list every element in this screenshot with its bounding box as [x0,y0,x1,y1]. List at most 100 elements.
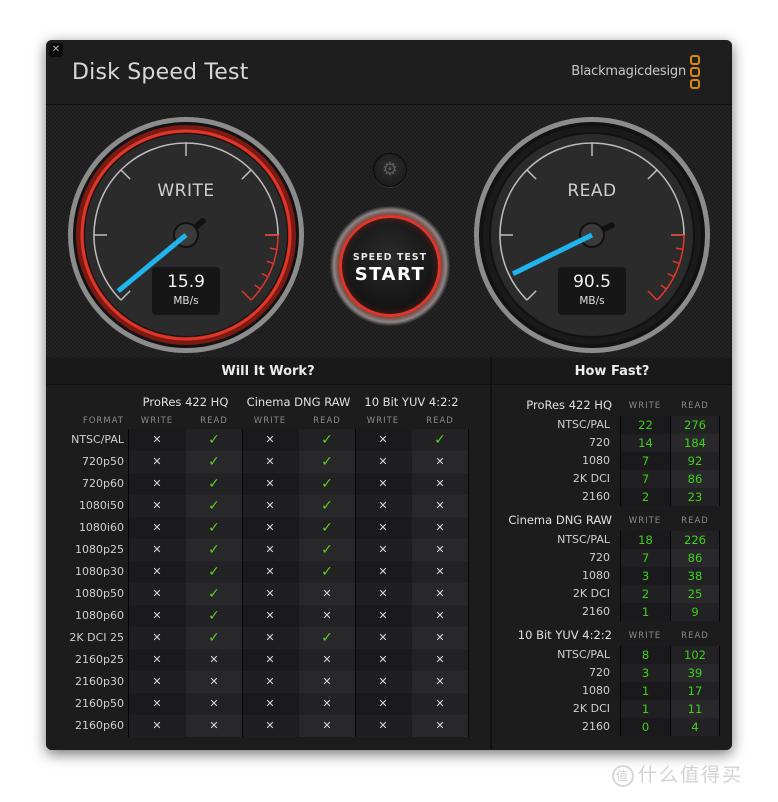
write-value: 0 [620,718,670,736]
cross-icon: ✕ [242,561,298,583]
check-icon: ✓ [186,539,242,561]
check-icon: ✓ [186,495,242,517]
cross-icon: ✕ [242,605,298,627]
resolution-label: 720 [589,551,610,564]
how-fast-panel: How Fast? ProRes 422 HQ WRITE READ NTSC/PAL… [492,358,732,750]
codec-header: Cinema DNG RAW [246,395,351,409]
table-row: 720 7 86 [492,549,732,567]
watermark: 值什么值得买 [612,760,743,787]
start-button-label: START [354,264,426,285]
read-gauge-dial [474,117,710,353]
check-icon: ✓ [299,473,355,495]
cross-icon: ✕ [299,715,355,737]
cross-icon: ✕ [412,693,468,715]
resolution-label: NTSC/PAL [557,418,610,431]
resolution-label: 1080 [582,454,610,467]
read-header: READ [681,401,709,411]
write-value: 1 [620,603,670,621]
read-value: 25 [670,585,720,603]
read-subheader: READ [200,416,228,426]
resolution-label: 2K DCI [572,587,610,600]
write-gauge-dial [68,117,304,353]
cross-icon: ✕ [242,583,298,605]
format-label: 1080p50 [75,587,124,600]
cross-icon: ✕ [186,715,242,737]
read-value: 92 [670,452,720,470]
resolution-label: 720 [589,436,610,449]
cross-icon: ✕ [129,671,185,693]
cross-icon: ✕ [412,627,468,649]
cross-icon: ✕ [129,583,185,605]
start-button[interactable]: SPEED TEST START [330,206,450,326]
write-value: 3 [620,664,670,682]
table-row: 2160 1 9 [492,603,732,621]
read-value: 102 [670,646,720,664]
table-row: 1080p30 ✕ ✓ ✕ ✓ ✕ ✕ [46,561,490,583]
read-value: 184 [670,434,720,452]
cross-icon: ✕ [355,473,411,495]
write-readout: 15.9 MB/s [152,267,220,315]
table-row: 720 3 39 [492,664,732,682]
cross-icon: ✕ [412,561,468,583]
read-value: 23 [670,488,720,506]
cross-icon: ✕ [129,473,185,495]
table-row: 720p60 ✕ ✓ ✕ ✓ ✕ ✕ [46,473,490,495]
cross-icon: ✕ [412,605,468,627]
read-subheader: READ [313,416,341,426]
cross-icon: ✕ [355,561,411,583]
check-icon: ✓ [299,561,355,583]
cross-icon: ✕ [242,649,298,671]
format-label: 720p50 [82,455,124,468]
write-subheader: WRITE [366,416,400,426]
cross-icon: ✕ [242,429,298,451]
format-label: 2K DCI 25 [69,631,124,644]
cross-icon: ✕ [355,451,411,473]
cross-icon: ✕ [355,495,411,517]
cross-icon: ✕ [129,605,185,627]
cross-icon: ✕ [242,715,298,737]
write-value: 1 [620,682,670,700]
cross-icon: ✕ [186,693,242,715]
check-icon: ✓ [186,451,242,473]
cross-icon: ✕ [412,473,468,495]
check-icon: ✓ [186,627,242,649]
resolution-label: NTSC/PAL [557,648,610,661]
check-icon: ✓ [186,517,242,539]
cross-icon: ✕ [355,649,411,671]
resolution-label: 2160 [582,605,610,618]
table-row: 2K DCI 25 ✕ ✓ ✕ ✓ ✕ ✕ [46,627,490,649]
table-row: 2K DCI 2 25 [492,585,732,603]
watermark-text: 什么值得买 [638,764,744,786]
app-title: Disk Speed Test [72,60,249,85]
start-button-face[interactable]: SPEED TEST START [339,215,441,317]
check-icon: ✓ [299,451,355,473]
table-row: 2160 2 23 [492,488,732,506]
table-row: 1080 1 17 [492,682,732,700]
write-value: 1 [620,700,670,718]
resolution-label: 2K DCI [572,702,610,715]
cross-icon: ✕ [412,583,468,605]
cross-icon: ✕ [129,451,185,473]
cross-icon: ✕ [242,473,298,495]
settings-button[interactable]: ⚙ [373,153,407,187]
table-row: 2K DCI 1 11 [492,700,732,718]
cross-icon: ✕ [412,517,468,539]
close-button[interactable]: ✕ [49,43,63,57]
column-divider [128,429,129,737]
cross-icon: ✕ [355,715,411,737]
cross-icon: ✕ [129,649,185,671]
read-speed-value: 90.5 [573,272,611,292]
cross-icon: ✕ [129,561,185,583]
write-gauge: WRITE 15.9 MB/s [66,115,306,355]
cross-icon: ✕ [299,693,355,715]
read-subheader: READ [426,416,454,426]
write-value: 7 [620,470,670,488]
cross-icon: ✕ [129,627,185,649]
format-label: 2160p25 [75,653,124,666]
cross-icon: ✕ [355,605,411,627]
write-gauge-label: WRITE [157,181,215,201]
table-row: 2160p60 ✕ ✕ ✕ ✕ ✕ ✕ [46,715,490,737]
check-icon: ✓ [299,627,355,649]
cross-icon: ✕ [129,715,185,737]
table-row: 1080p60 ✕ ✓ ✕ ✕ ✕ ✕ [46,605,490,627]
